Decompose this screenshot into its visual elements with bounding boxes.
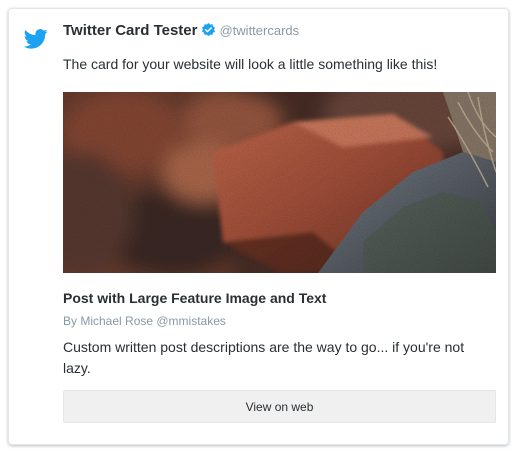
twitter-bird-icon [24,29,48,49]
view-on-web-label: View on web [245,399,314,414]
tweet-text: The card for your website will look a li… [63,56,438,72]
tweet-header: Twitter Card Tester @twittercards [63,20,299,40]
view-on-web-button[interactable]: View on web [63,390,496,423]
display-name[interactable]: Twitter Card Tester [63,22,197,39]
verified-badge-icon [201,22,216,38]
user-handle[interactable]: @twittercards [219,23,299,38]
card-feature-image[interactable] [63,92,496,273]
card-byline: By Michael Rose @mmistakes [63,314,226,328]
card-title[interactable]: Post with Large Feature Image and Text [63,290,326,306]
card-description: Custom written post descriptions are the… [63,339,465,376]
